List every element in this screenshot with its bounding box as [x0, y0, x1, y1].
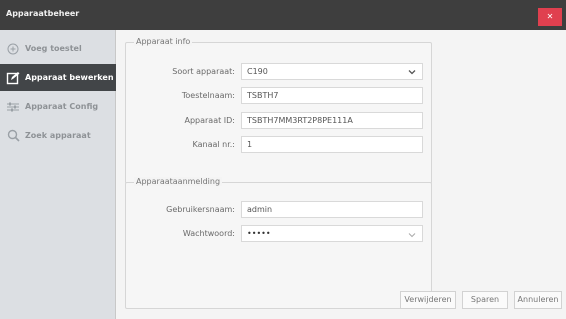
device-id-value: TSBTH7MM3RT2P8PE111A — [247, 116, 353, 125]
device-manager-window: Apparaatbeheer ✕ Voeg toestel Apparaat b… — [0, 0, 566, 319]
close-icon: ✕ — [546, 12, 554, 21]
sliders-icon — [6, 100, 20, 114]
password-label: Wachtwoord: — [182, 229, 235, 238]
device-name-label: Toestelnaam: — [181, 91, 235, 100]
sidebar-item-add-device[interactable]: Voeg toestel — [0, 35, 116, 62]
username-value: admin — [247, 205, 273, 214]
delete-button[interactable]: Verwijderen — [400, 291, 456, 309]
title-bar: Apparaatbeheer ✕ — [0, 0, 566, 30]
sidebar-item-edit-device[interactable]: Apparaat bewerken — [0, 64, 116, 91]
save-button[interactable]: Sparen — [462, 291, 508, 309]
sidebar-item-device-config[interactable]: Apparaat Config — [0, 93, 116, 120]
chevron-down-icon — [408, 70, 416, 75]
username-field[interactable]: admin — [241, 201, 423, 218]
window-title: Apparaatbeheer — [6, 9, 80, 18]
sidebar: Voeg toestel Apparaat bewerken Apparaat … — [0, 30, 116, 319]
device-id-field[interactable]: TSBTH7MM3RT2P8PE111A — [241, 112, 423, 129]
channel-value: 1 — [247, 140, 253, 149]
chevron-down-icon — [408, 233, 416, 238]
main-content: Apparaat info Soort apparaat: C190 Toest… — [117, 30, 566, 319]
device-id-label: Apparaat ID: — [184, 116, 235, 125]
channel-field[interactable]: 1 — [241, 136, 423, 153]
channel-label: Kanaal nr.: — [192, 140, 235, 149]
device-type-value: C190 — [247, 67, 268, 76]
plus-circle-icon — [6, 42, 20, 56]
edit-icon — [6, 71, 20, 85]
cancel-button[interactable]: Annuleren — [514, 291, 562, 309]
sidebar-item-label: Voeg toestel — [25, 44, 82, 53]
search-icon — [6, 129, 20, 143]
device-login-legend: Apparaataanmelding — [134, 177, 223, 186]
username-label: Gebruikersnaam: — [166, 205, 235, 214]
sidebar-item-label: Zoek apparaat — [25, 131, 91, 140]
close-button[interactable]: ✕ — [538, 8, 562, 26]
device-name-value: TSBTH7 — [247, 91, 279, 100]
sidebar-item-label: Apparaat Config — [25, 102, 99, 111]
device-name-field[interactable]: TSBTH7 — [241, 87, 423, 104]
password-value: ••••• — [247, 229, 271, 238]
device-info-legend: Apparaat info — [134, 37, 193, 46]
device-type-label: Soort apparaat: — [172, 67, 235, 76]
sidebar-item-search-device[interactable]: Zoek apparaat — [0, 122, 116, 149]
device-type-select[interactable]: C190 — [241, 63, 423, 80]
password-field[interactable]: ••••• — [241, 225, 423, 242]
sidebar-item-label: Apparaat bewerken — [25, 73, 114, 82]
